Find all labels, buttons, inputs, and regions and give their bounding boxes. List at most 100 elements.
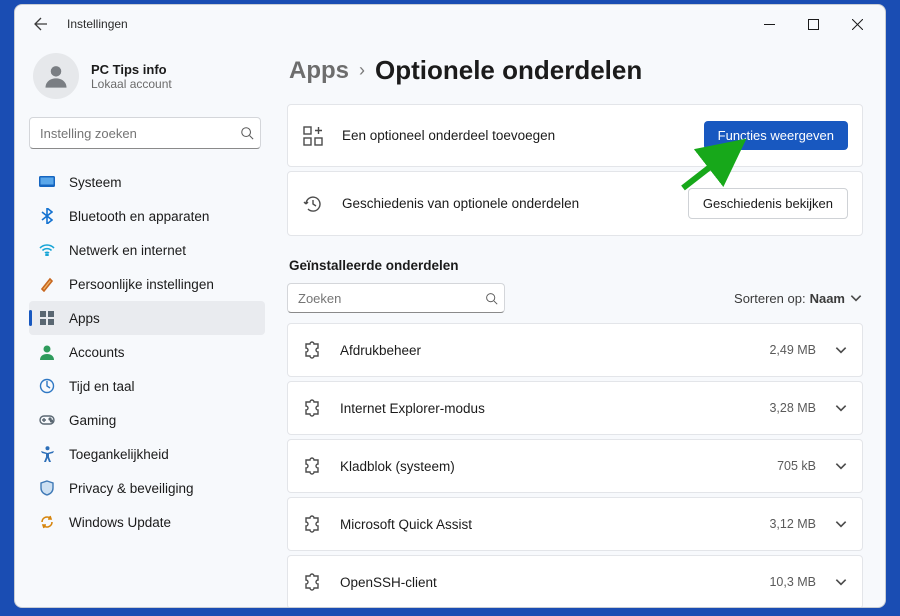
shield-icon [39, 480, 55, 496]
maximize-button[interactable] [791, 8, 835, 40]
paintbrush-icon [39, 276, 55, 292]
sidebar-item-tijd[interactable]: Tijd en taal [29, 369, 265, 403]
item-size: 705 kB [777, 459, 816, 473]
sidebar-item-label: Persoonlijke instellingen [69, 277, 214, 292]
sidebar-item-systeem[interactable]: Systeem [29, 165, 265, 199]
chevron-down-icon [849, 291, 863, 305]
item-size: 2,49 MB [769, 343, 816, 357]
history-icon [302, 193, 324, 215]
puzzle-icon [302, 398, 322, 418]
list-toolbar: Sorteren op: Naam [287, 283, 863, 313]
item-size: 3,28 MB [769, 401, 816, 415]
sidebar-item-gaming[interactable]: Gaming [29, 403, 265, 437]
item-name: Afdrukbeheer [340, 343, 769, 358]
window-title: Instellingen [67, 17, 128, 31]
chevron-down-icon [834, 401, 848, 415]
person-icon [42, 62, 70, 90]
sidebar-item-apps[interactable]: Apps [29, 301, 265, 335]
chevron-right-icon: › [359, 60, 365, 81]
sidebar-item-label: Apps [69, 311, 100, 326]
profile-block[interactable]: PC Tips info Lokaal account [29, 43, 265, 117]
gaming-icon [39, 412, 55, 428]
view-features-button[interactable]: Functies weergeven [704, 121, 848, 150]
chevron-down-icon [834, 517, 848, 531]
item-name: Kladblok (systeem) [340, 459, 777, 474]
close-icon [852, 19, 863, 30]
profile-subtitle: Lokaal account [91, 77, 172, 91]
settings-search-input[interactable] [40, 126, 240, 141]
sidebar-item-privacy[interactable]: Privacy & beveiliging [29, 471, 265, 505]
puzzle-icon [302, 514, 322, 534]
sidebar-item-accounts[interactable]: Accounts [29, 335, 265, 369]
add-grid-icon [302, 125, 324, 147]
sort-label: Sorteren op: [734, 291, 806, 306]
sidebar-item-label: Netwerk en internet [69, 243, 186, 258]
sidebar-item-windows-update[interactable]: Windows Update [29, 505, 265, 539]
arrow-left-icon [33, 16, 49, 32]
list-item[interactable]: Microsoft Quick Assist 3,12 MB [287, 497, 863, 551]
list-item[interactable]: Afdrukbeheer 2,49 MB [287, 323, 863, 377]
profile-name: PC Tips info [91, 62, 172, 77]
list-item[interactable]: Kladblok (systeem) 705 kB [287, 439, 863, 493]
accessibility-icon [39, 446, 55, 462]
page-title: Optionele onderdelen [375, 55, 642, 86]
history-card: Geschiedenis van optionele onderdelen Ge… [287, 171, 863, 236]
sidebar-item-label: Toegankelijkheid [69, 447, 169, 462]
installed-search-input[interactable] [298, 291, 485, 306]
sidebar-item-toegankelijkheid[interactable]: Toegankelijkheid [29, 437, 265, 471]
item-name: Internet Explorer-modus [340, 401, 769, 416]
sidebar-item-label: Tijd en taal [69, 379, 135, 394]
system-icon [39, 174, 55, 190]
installed-search[interactable] [287, 283, 505, 313]
clock-globe-icon [39, 378, 55, 394]
chevron-down-icon [834, 575, 848, 589]
sidebar-item-label: Gaming [69, 413, 116, 428]
installed-header: Geïnstalleerde onderdelen [289, 258, 863, 273]
breadcrumb: Apps › Optionele onderdelen [289, 55, 863, 86]
sort-dropdown[interactable]: Sorteren op: Naam [734, 291, 863, 306]
list-item[interactable]: OpenSSH-client 10,3 MB [287, 555, 863, 607]
sidebar-item-label: Privacy & beveiliging [69, 481, 194, 496]
sidebar-item-label: Systeem [69, 175, 122, 190]
history-label: Geschiedenis van optionele onderdelen [342, 196, 688, 211]
maximize-icon [808, 19, 819, 30]
puzzle-icon [302, 572, 322, 592]
avatar [33, 53, 79, 99]
main-panel: Apps › Optionele onderdelen Een optionee… [271, 43, 885, 607]
sidebar-item-bluetooth[interactable]: Bluetooth en apparaten [29, 199, 265, 233]
search-icon [485, 292, 498, 305]
view-history-button[interactable]: Geschiedenis bekijken [688, 188, 848, 219]
puzzle-icon [302, 340, 322, 360]
bluetooth-icon [39, 208, 55, 224]
titlebar: Instellingen [15, 5, 885, 43]
minimize-icon [764, 19, 775, 30]
chevron-down-icon [834, 343, 848, 357]
sidebar: PC Tips info Lokaal account Systeem Blue… [15, 43, 271, 607]
sidebar-item-label: Windows Update [69, 515, 171, 530]
close-button[interactable] [835, 8, 879, 40]
sort-value: Naam [810, 291, 845, 306]
update-icon [39, 514, 55, 530]
back-button[interactable] [27, 10, 55, 38]
wifi-icon [39, 242, 55, 258]
add-feature-label: Een optioneel onderdeel toevoegen [342, 128, 704, 143]
sidebar-item-persoonlijke[interactable]: Persoonlijke instellingen [29, 267, 265, 301]
item-size: 10,3 MB [769, 575, 816, 589]
search-icon [240, 126, 254, 140]
item-size: 3,12 MB [769, 517, 816, 531]
minimize-button[interactable] [747, 8, 791, 40]
nav-list: Systeem Bluetooth en apparaten Netwerk e… [29, 165, 265, 539]
item-name: OpenSSH-client [340, 575, 769, 590]
apps-icon [39, 310, 55, 326]
item-name: Microsoft Quick Assist [340, 517, 769, 532]
sidebar-item-label: Accounts [69, 345, 125, 360]
sidebar-item-label: Bluetooth en apparaten [69, 209, 209, 224]
puzzle-icon [302, 456, 322, 476]
account-icon [39, 344, 55, 360]
chevron-down-icon [834, 459, 848, 473]
sidebar-item-netwerk[interactable]: Netwerk en internet [29, 233, 265, 267]
add-feature-card: Een optioneel onderdeel toevoegen Functi… [287, 104, 863, 167]
settings-search[interactable] [29, 117, 261, 149]
breadcrumb-parent[interactable]: Apps [289, 57, 349, 85]
list-item[interactable]: Internet Explorer-modus 3,28 MB [287, 381, 863, 435]
